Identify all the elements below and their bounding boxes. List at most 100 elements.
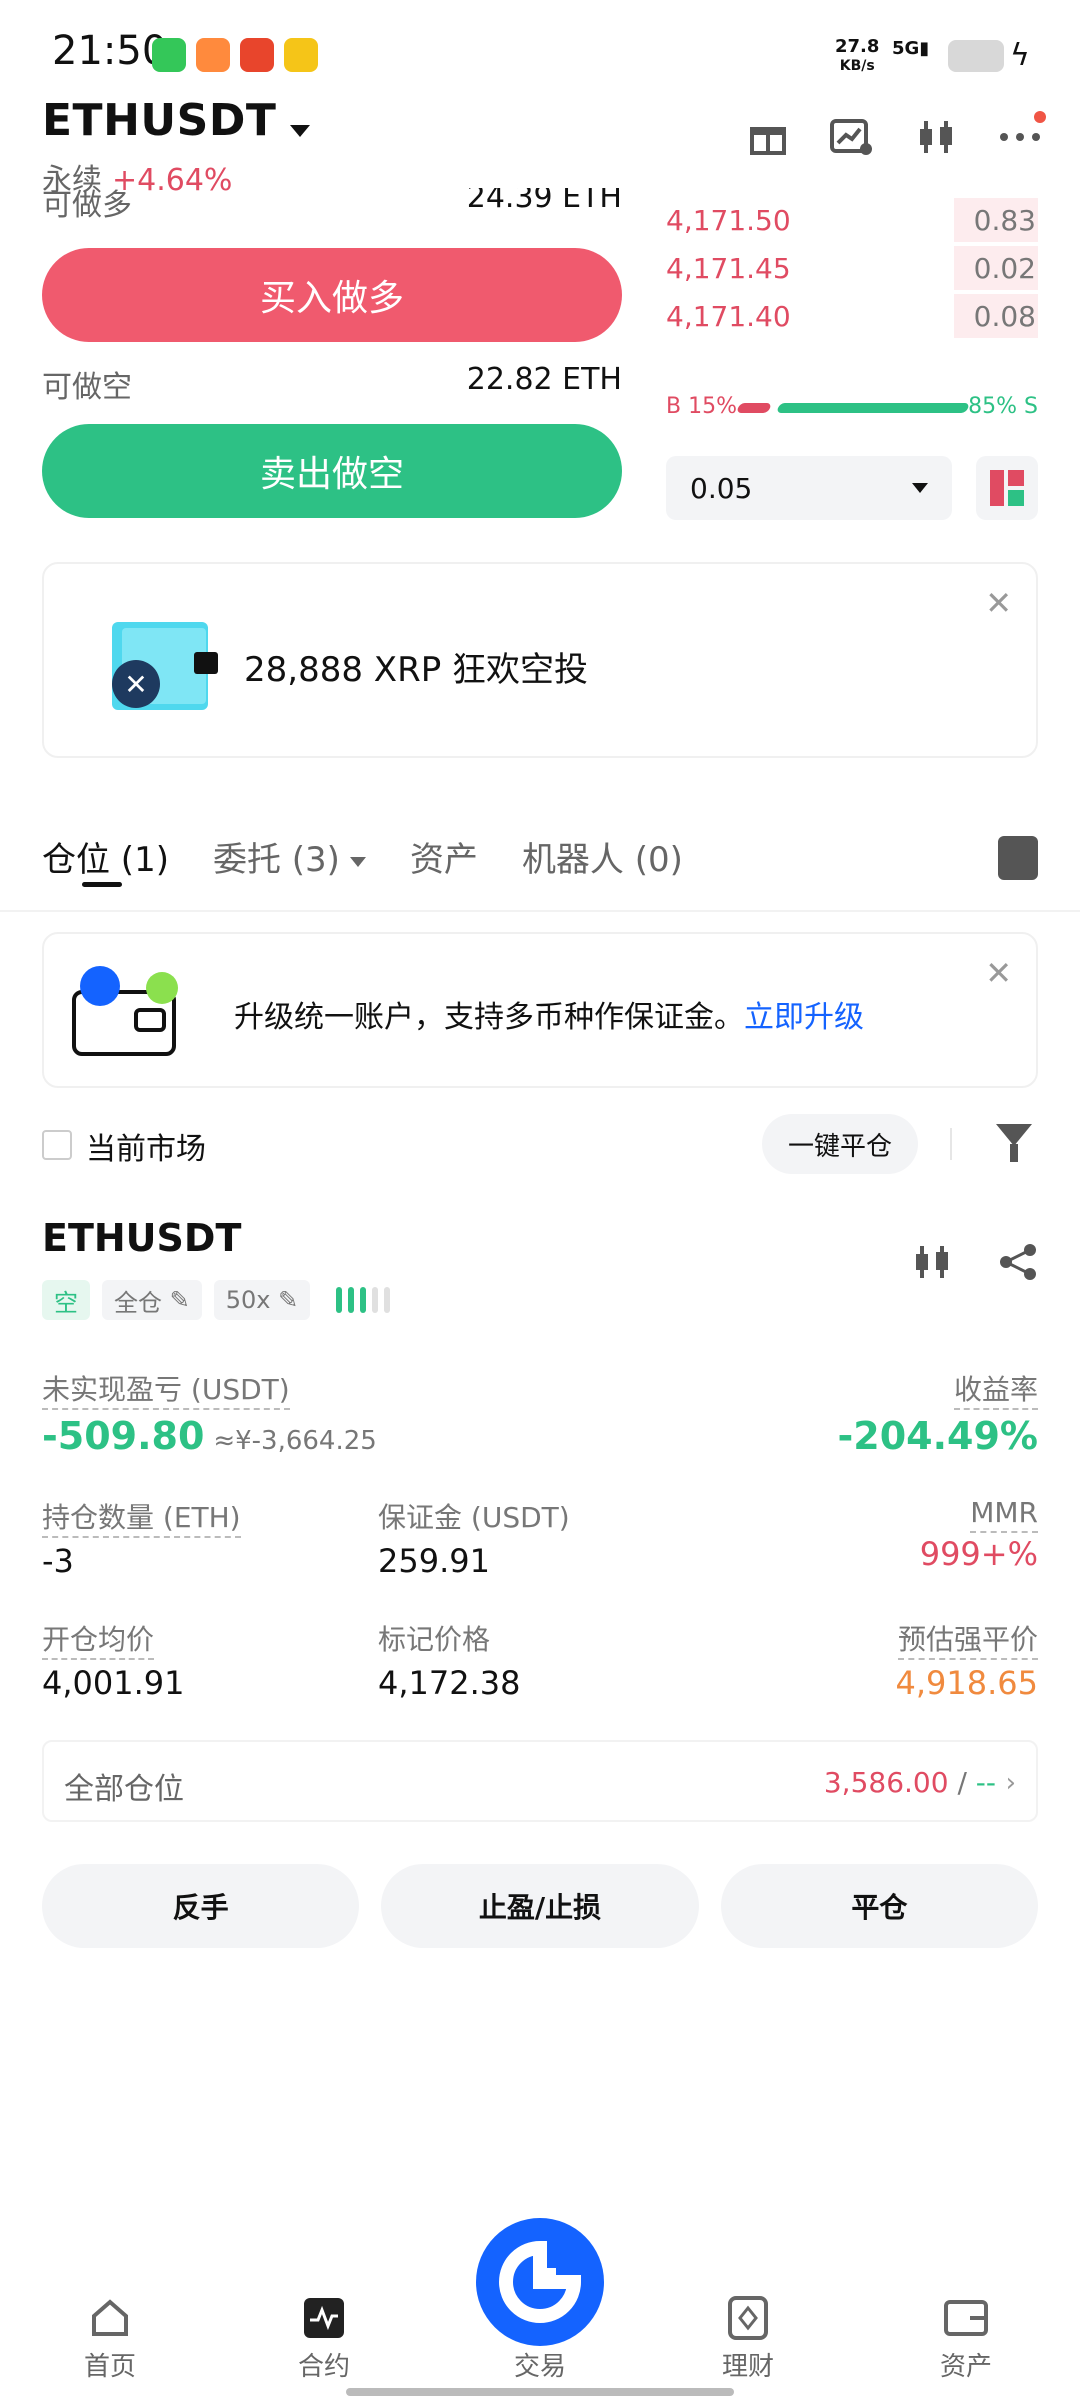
close-icon[interactable]: ✕ — [985, 954, 1012, 992]
position-tabs: 仓位 (1) 委托 (3) 资产 机器人 (0) — [42, 832, 1038, 892]
short-available-value: 22.82 ETH — [466, 362, 622, 397]
divider — [0, 910, 1080, 912]
current-market-label: 当前市场 — [86, 1132, 206, 1167]
candlestick-icon[interactable] — [914, 115, 958, 159]
buy-sell-ratio: B 15% 85% S — [666, 394, 1038, 428]
close-position-button[interactable]: 平仓 — [720, 1864, 1038, 1948]
orderbook-layout-button[interactable] — [976, 456, 1038, 520]
mark-value: 4,172.38 — [378, 1664, 521, 1702]
current-market-checkbox[interactable] — [42, 1130, 72, 1160]
clock: 21:50 — [52, 28, 168, 74]
margin: 保证金 (USDT) 259.91 — [378, 1496, 570, 1580]
long-available-value: 24.39 ETH — [466, 188, 622, 215]
nav-earn[interactable]: 理财 — [688, 2296, 808, 2383]
history-icon[interactable] — [998, 836, 1038, 880]
notification-dot — [1034, 111, 1046, 123]
reverse-button[interactable]: 反手 — [42, 1864, 360, 1948]
nav-trade-label: 交易 — [513, 2352, 566, 2382]
tab-positions[interactable]: 仓位 (1) — [42, 832, 169, 892]
wechat-icon — [152, 38, 186, 72]
risk-level-bars — [336, 1287, 391, 1313]
tp-sl-button[interactable]: 止盈/止损 — [381, 1864, 699, 1948]
liq-value: 4,918.65 — [895, 1664, 1039, 1702]
sell-ratio: 85% S — [968, 394, 1038, 419]
more-icon[interactable] — [998, 111, 1046, 159]
notification-icons — [152, 38, 318, 72]
ask-row[interactable]: 4,171.40 0.08 — [666, 292, 1038, 340]
entry-price: 开仓均价 4,001.91 — [42, 1618, 185, 1702]
chart-settings-icon[interactable] — [830, 115, 874, 159]
order-book: 4,171.50 0.83 4,171.45 0.02 4,171.40 0.08 — [666, 196, 1038, 340]
caret-down-icon — [912, 483, 928, 493]
margin-mode-tag[interactable]: 全仓 ✎ — [102, 1280, 202, 1320]
precision-value: 0.05 — [690, 471, 753, 505]
position-tags: 空 全仓 ✎ 50x ✎ — [42, 1280, 391, 1320]
close-icon[interactable]: ✕ — [985, 584, 1012, 622]
trade-logo-icon — [499, 2240, 582, 2323]
layout-icon-part — [1008, 490, 1024, 506]
wallet-coins-icon — [70, 962, 180, 1062]
svg-text:✕: ✕ — [124, 668, 147, 701]
nav-assets[interactable]: 资产 — [906, 2296, 1026, 2383]
nav-futures[interactable]: 合约 — [264, 2296, 384, 2383]
position-symbol[interactable]: ETHUSDT — [42, 1216, 1038, 1260]
xrp-wallet-icon: ✕ — [102, 616, 222, 716]
trade-button[interactable] — [476, 2218, 604, 2346]
buy-long-button[interactable]: 买入做多 — [42, 248, 622, 342]
roe-value: -204.49% — [837, 1414, 1038, 1458]
network-speed: 27.8 KB/s — [835, 36, 880, 75]
sell-short-button[interactable]: 卖出做空 — [42, 424, 622, 518]
mmr-value: 999+% — [919, 1535, 1038, 1573]
close-all-button[interactable]: 一键平仓 — [762, 1114, 918, 1174]
promo-text: 28,888 XRP 狂欢空投 — [244, 650, 589, 690]
battery-icon — [948, 40, 1004, 72]
buy-ratio-bar — [736, 403, 772, 413]
mail-icon — [284, 38, 318, 72]
tab-orders[interactable]: 委托 (3) — [213, 832, 366, 892]
unrealized-pnl: 未实现盈亏 (USDT) -509.80 ≈¥-3,664.25 — [42, 1368, 377, 1458]
leverage-tag[interactable]: 50x ✎ — [213, 1280, 311, 1320]
home-indicator[interactable] — [346, 2388, 734, 2396]
upgrade-link[interactable]: 立即升级 — [744, 1000, 864, 1035]
size-label: 持仓数量 (ETH) — [42, 1501, 241, 1538]
layout-icon — [990, 470, 1004, 506]
nav-home[interactable]: 首页 — [50, 2296, 170, 2383]
tab-assets[interactable]: 资产 — [410, 832, 478, 892]
tab-bots[interactable]: 机器人 (0) — [522, 832, 683, 892]
short-available: 可做空 22.82 ETH — [42, 362, 622, 406]
gift-icon[interactable] — [746, 115, 790, 159]
wallet-icon — [944, 2300, 988, 2336]
candlestick-icon[interactable] — [912, 1242, 952, 1291]
share-icon[interactable] — [998, 1242, 1038, 1291]
caret-down-icon — [290, 124, 311, 137]
upgrade-text: 升级统一账户，支持多币种作保证金。立即升级 — [234, 1000, 864, 1035]
mark-price: 标记价格 4,172.38 — [378, 1618, 521, 1702]
futures-icon — [304, 2298, 344, 2338]
upgrade-banner[interactable]: 升级统一账户，支持多币种作保证金。立即升级 ✕ — [42, 932, 1038, 1088]
home-icon — [92, 2299, 128, 2336]
pnl-label: 未实现盈亏 (USDT) — [42, 1373, 290, 1410]
charging-icon: ϟ — [1010, 38, 1030, 73]
filter-row: 当前市场 一键平仓 — [42, 1114, 1038, 1174]
mark-label: 标记价格 — [378, 1623, 491, 1656]
market-header: ETHUSDT 永续 +4.64% — [42, 95, 1046, 198]
filter-icon-stem — [1010, 1144, 1018, 1162]
size-value: -3 — [42, 1542, 74, 1580]
promo-banner[interactable]: ✕ 28,888 XRP 狂欢空投 ✕ — [42, 562, 1038, 758]
precision-select[interactable]: 0.05 — [666, 456, 952, 520]
position-size: 持仓数量 (ETH) -3 — [42, 1496, 241, 1580]
filter-icon[interactable] — [996, 1124, 1032, 1146]
long-available-label: 可做多 — [42, 188, 132, 223]
all-positions-label: 全部仓位 — [64, 1772, 184, 1807]
signal-icon: 5G▮ — [892, 38, 930, 59]
ask-row[interactable]: 4,171.50 0.83 — [666, 196, 1038, 244]
shopping-app-icon — [240, 38, 274, 72]
liquidation-price: 预估强平价 4,918.65 — [895, 1618, 1039, 1702]
entry-value: 4,001.91 — [42, 1664, 185, 1702]
video-app-icon — [196, 38, 230, 72]
short-available-label: 可做空 — [42, 370, 132, 405]
layout-icon-part — [1008, 470, 1024, 486]
all-positions-row[interactable]: 全部仓位 3,586.00 / -- › — [42, 1740, 1038, 1822]
ask-row[interactable]: 4,171.45 0.02 — [666, 244, 1038, 292]
margin-label: 保证金 (USDT) — [378, 1501, 570, 1534]
